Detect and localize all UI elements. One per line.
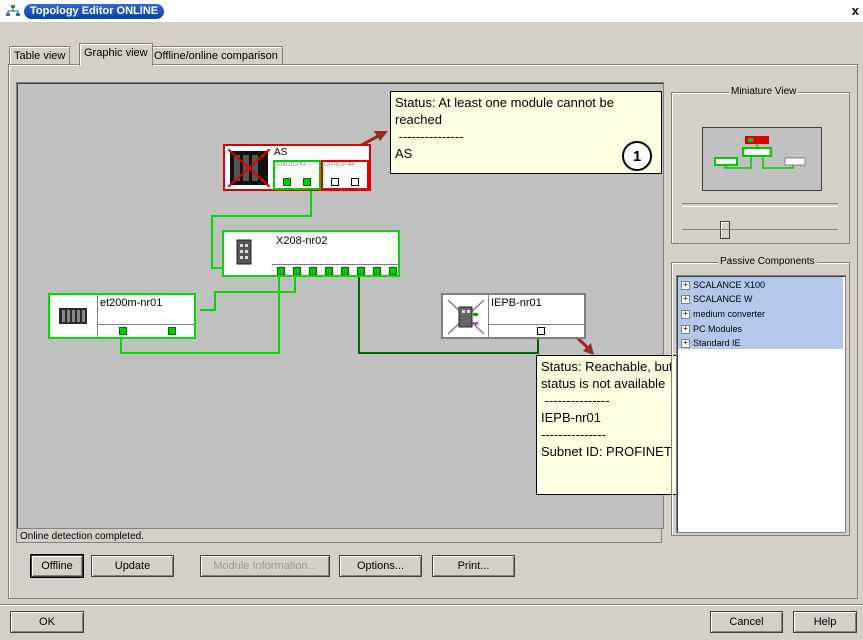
tree-item-medium-converter[interactable]: + medium converter bbox=[681, 309, 765, 320]
port bbox=[283, 178, 291, 186]
offline-button[interactable]: Offline bbox=[30, 554, 84, 578]
module-cpu[interactable]: AS01(CPU ... bbox=[273, 160, 321, 190]
port bbox=[325, 267, 333, 275]
port bbox=[168, 327, 176, 335]
divider bbox=[98, 324, 194, 325]
tree-item-pc-modules[interactable]: + PC Modules bbox=[681, 324, 742, 335]
tree-item-standard-ie[interactable]: + Standard IE bbox=[681, 338, 741, 349]
tree-item-scalance-w[interactable]: + SCALANCE W bbox=[681, 294, 753, 305]
link-switch-et200-a bbox=[200, 277, 296, 311]
divider bbox=[488, 295, 489, 337]
passive-components-group: Passive Components + SCALANCE X100 + SCALA… bbox=[671, 256, 850, 536]
divider bbox=[489, 324, 584, 325]
update-button[interactable]: Update bbox=[91, 555, 174, 577]
device-et200m[interactable]: et200m-nr01 bbox=[48, 293, 196, 339]
tree-item-scalance-x100[interactable]: + SCALANCE X100 bbox=[681, 280, 765, 291]
miniature-view-group: Miniature View bbox=[671, 86, 850, 244]
miniature-view-title: Miniature View bbox=[729, 86, 799, 97]
module-information-button[interactable]: Module Information... bbox=[200, 555, 330, 577]
tooltip-line: reached bbox=[395, 112, 442, 127]
plc-rack-error-icon bbox=[228, 149, 270, 187]
module-label: CPA(CP 44... bbox=[324, 162, 360, 168]
tree-item-label: Standard IE bbox=[693, 338, 741, 348]
zoom-slider-thumb[interactable] bbox=[720, 221, 730, 239]
port bbox=[277, 267, 285, 275]
miniature-topology-thumbnail bbox=[714, 136, 806, 169]
tree-item-label: SCALANCE W bbox=[693, 294, 753, 304]
io-module-icon bbox=[59, 308, 87, 324]
port bbox=[537, 327, 545, 335]
miniature-canvas[interactable] bbox=[702, 127, 822, 191]
device-name: et200m-nr01 bbox=[100, 297, 163, 309]
device-name: AS bbox=[274, 147, 288, 158]
port bbox=[309, 267, 317, 275]
divider bbox=[97, 295, 98, 337]
iepb-unknown-status-icon bbox=[447, 299, 485, 335]
device-switch-x208[interactable]: X208-nr02 bbox=[222, 230, 400, 277]
passive-components-title: Passive Components bbox=[718, 256, 817, 267]
tree-item-label: medium converter bbox=[693, 309, 766, 319]
switch-icon bbox=[236, 239, 252, 265]
cancel-button[interactable]: Cancel bbox=[710, 611, 783, 633]
module-cp[interactable]: CPA(CP 44... bbox=[321, 160, 369, 190]
module-label: AS01(CPU ... bbox=[276, 162, 313, 168]
port bbox=[389, 267, 397, 275]
expand-icon[interactable]: + bbox=[681, 281, 690, 291]
tooltip-line: AS bbox=[395, 146, 413, 161]
status-bar: Online detection completed. bbox=[16, 528, 662, 543]
zoom-slider-track[interactable] bbox=[682, 203, 838, 207]
status-tooltip-1: Status: At least one module cannot be rea… bbox=[390, 91, 662, 174]
expand-icon[interactable]: + bbox=[681, 295, 690, 305]
port bbox=[119, 327, 127, 335]
port bbox=[351, 178, 359, 186]
ok-button[interactable]: OK bbox=[10, 611, 84, 633]
port bbox=[303, 178, 311, 186]
footer-separator bbox=[0, 604, 863, 605]
port bbox=[373, 267, 381, 275]
port bbox=[293, 267, 301, 275]
slider-baseline bbox=[682, 229, 838, 230]
expand-icon[interactable]: + bbox=[681, 325, 690, 335]
device-name: X208-nr02 bbox=[276, 235, 328, 247]
passive-components-tree[interactable]: + SCALANCE X100 + SCALANCE W + medium conve… bbox=[676, 275, 846, 533]
port bbox=[331, 178, 339, 186]
tree-item-label: SCALANCE X100 bbox=[693, 280, 766, 290]
print-button[interactable]: Print... bbox=[432, 555, 515, 577]
options-button[interactable]: Options... bbox=[339, 555, 422, 577]
tree-item-label: PC Modules bbox=[693, 324, 743, 334]
device-as[interactable]: AS AS01(CPU ... CPA(CP 44... bbox=[223, 144, 371, 191]
tooltip-line: Status: At least one module cannot be bbox=[395, 95, 614, 110]
device-name: IEPB-nr01 bbox=[491, 297, 542, 309]
device-iepb[interactable]: IEPB-nr01 bbox=[441, 293, 586, 339]
expand-icon[interactable]: + bbox=[681, 339, 690, 349]
tab-graphic-view[interactable]: Graphic view bbox=[79, 43, 153, 66]
divider bbox=[272, 264, 400, 265]
port bbox=[341, 267, 349, 275]
port bbox=[357, 267, 365, 275]
callout-badge-1: 1 bbox=[622, 141, 652, 171]
tooltip-line: --------------- bbox=[395, 129, 464, 144]
expand-icon[interactable]: + bbox=[681, 310, 690, 320]
help-button[interactable]: Help bbox=[793, 611, 857, 633]
